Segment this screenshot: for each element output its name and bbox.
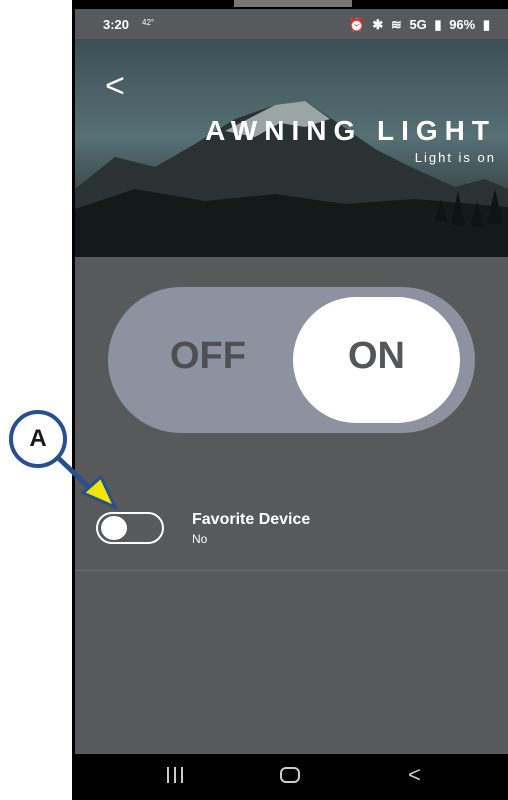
toggle-on-label: ON: [348, 335, 405, 377]
callout-label: A: [29, 425, 47, 452]
status-time: 3:20: [103, 17, 130, 32]
light-power-toggle[interactable]: OFF ON: [108, 287, 475, 433]
recent-apps-button[interactable]: [167, 767, 185, 783]
toggle-knob-on[interactable]: ON: [293, 297, 460, 423]
header-hero-image: < AWNING LIGHT Light is on: [75, 39, 508, 257]
favorite-switch-thumb: [101, 516, 127, 540]
network-type: 5G: [409, 17, 427, 32]
page-title: AWNING LIGHT: [205, 115, 496, 146]
battery-icon: ▮: [482, 17, 490, 32]
nav-back-button[interactable]: <: [408, 762, 421, 788]
alarm-icon: ⏰: [348, 17, 365, 32]
status-bar: 3:20 42° ⏰ ✱ ≋ 5G ▮ 96% ▮: [75, 9, 508, 39]
mountain-landscape: [75, 101, 508, 257]
home-button[interactable]: [280, 767, 300, 783]
favorite-device-label: Favorite Device: [192, 511, 311, 528]
divider: [75, 570, 508, 571]
android-nav-bar: <: [75, 754, 508, 800]
favorite-device-switch[interactable]: [96, 512, 164, 544]
phone-top-notch: [232, 0, 354, 9]
toggle-off-label[interactable]: OFF: [170, 335, 246, 378]
favorite-device-row: Favorite Device No: [75, 494, 508, 569]
status-icons: ⏰ ✱ ≋ 5G ▮ 96% ▮: [345, 17, 490, 33]
favorite-device-value: No: [192, 532, 208, 546]
wifi-icon: ≋: [390, 17, 402, 32]
battery-percent: 96%: [449, 17, 476, 32]
bluetooth-icon: ✱: [372, 17, 384, 32]
app-screen: 3:20 42° ⏰ ✱ ≋ 5G ▮ 96% ▮ < AWNING LIGHT…: [75, 9, 508, 754]
signal-icon: ▮: [434, 17, 442, 32]
light-status-text: Light is on: [414, 150, 496, 165]
back-button[interactable]: <: [105, 69, 125, 103]
status-temperature: 42°: [142, 18, 155, 27]
callout-marker: A: [9, 410, 67, 468]
